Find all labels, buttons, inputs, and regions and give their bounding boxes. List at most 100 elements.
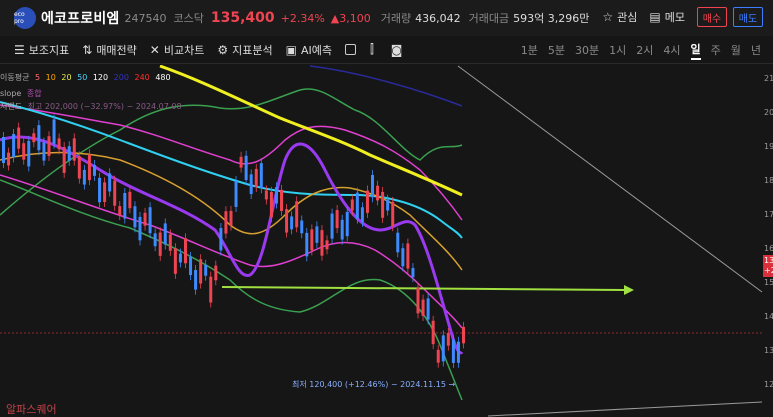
candlestick-icon: ⫿: [369, 42, 374, 56]
candle-body: [224, 211, 228, 234]
memo-button[interactable]: ▤ 메모: [649, 9, 685, 25]
candle-body: [57, 138, 61, 150]
buy-button[interactable]: 매수: [697, 7, 727, 27]
band-purple-line: [0, 135, 464, 355]
candle-body: [67, 146, 71, 161]
candle-body: [17, 127, 21, 149]
legend-ma-240: 240: [134, 73, 150, 82]
candle-body: [118, 206, 122, 216]
tab-30min[interactable]: 30분: [575, 42, 599, 58]
candle-body: [168, 234, 172, 251]
price-chart[interactable]: [0, 65, 773, 417]
candle-body: [62, 147, 66, 173]
candle-body: [350, 199, 354, 211]
legend-band: 저밴드 최고 202,000 (−32.97%) − 2024.07.08: [0, 101, 185, 112]
market-label: 코스닥: [173, 12, 204, 25]
star-icon: ☆: [602, 10, 614, 24]
amount-value: 593억 3,296만: [513, 12, 590, 25]
candle-body: [12, 133, 16, 158]
candle-body: [194, 269, 198, 290]
candle-body: [7, 152, 11, 166]
candle-body: [138, 216, 142, 241]
candle-body: [143, 212, 147, 226]
checkbox-icon[interactable]: [344, 44, 356, 55]
watch-button[interactable]: ☆ 관심: [602, 9, 637, 25]
ma-yellow-line: [159, 65, 463, 197]
analysis-icon: ⚙: [217, 42, 229, 57]
tab-5min[interactable]: 5분: [548, 42, 565, 58]
candle-body: [264, 190, 268, 200]
tab-week[interactable]: 주: [711, 42, 721, 58]
strategy-label: 매매전략: [96, 43, 137, 57]
candle-body: [416, 287, 420, 314]
strategy-button[interactable]: ⇅ 매매전략: [82, 42, 137, 58]
candle-body: [426, 298, 430, 320]
legend-slope-value: 종합: [26, 89, 42, 98]
tab-year[interactable]: 년: [751, 42, 761, 58]
candle-body: [305, 232, 309, 257]
candle-body: [259, 163, 263, 189]
candle-body: [456, 341, 460, 363]
legend-ma-480: 480: [155, 73, 171, 82]
stock-name: 에코프로비엠: [41, 11, 120, 27]
compare-icon: ✕: [149, 42, 160, 57]
candle-body: [234, 181, 238, 207]
candle-body: [87, 154, 91, 181]
candle-type-button[interactable]: ⫿: [370, 42, 378, 57]
candle-body: [355, 192, 359, 219]
axis-label: 20: [764, 108, 773, 117]
candle-body: [77, 156, 81, 179]
legend-ma-120: 120: [92, 73, 109, 82]
candle-body: [204, 264, 208, 276]
candle-body: [254, 168, 258, 188]
legend-slope-label: slope: [0, 89, 22, 98]
candle-body: [411, 268, 415, 278]
legend-ma-10: 10: [45, 73, 56, 82]
legend-band-value: 최고 202,000 (−32.97%) − 2024.07.08: [27, 102, 182, 111]
candle-body: [27, 140, 31, 167]
compare-button[interactable]: ✕ 비교차트: [150, 42, 205, 58]
candle-body: [401, 248, 405, 267]
analysis-label: 지표분석: [232, 43, 273, 57]
candle-body: [441, 335, 445, 362]
tab-day[interactable]: 일: [690, 41, 701, 60]
candle-body: [406, 243, 410, 269]
tab-1hour[interactable]: 1시: [609, 42, 626, 58]
candle-body: [158, 232, 162, 256]
candle-body: [391, 201, 395, 227]
axis-label: 12: [764, 380, 773, 389]
candle-body: [360, 207, 364, 222]
tab-1min[interactable]: 1분: [521, 42, 538, 58]
candle-body: [451, 339, 455, 363]
candle-body: [300, 220, 304, 234]
analysis-button[interactable]: ⚙ 지표분석: [217, 42, 272, 58]
sell-button[interactable]: 매도: [733, 7, 763, 27]
candle-body: [103, 182, 107, 203]
candle-body: [396, 232, 400, 253]
candle-body: [274, 187, 278, 204]
candle-body: [386, 199, 390, 211]
candle-body: [436, 349, 440, 363]
candle-body: [462, 326, 465, 344]
candle-body: [209, 276, 213, 303]
screenshot-button[interactable]: ◙: [391, 43, 407, 57]
current-change-tag-label: +2: [764, 266, 773, 275]
candle-body: [47, 136, 51, 156]
change-amount: ▲3,100: [330, 11, 371, 25]
legend-ma-50: 50: [77, 73, 88, 82]
tab-2hour[interactable]: 2시: [636, 42, 653, 58]
stock-code: 247540: [124, 11, 167, 25]
candle-body: [315, 226, 319, 243]
tab-month[interactable]: 월: [731, 42, 741, 58]
candle-body: [37, 125, 41, 151]
legend-ma-20: 20: [61, 73, 72, 82]
tab-4hour[interactable]: 4시: [663, 42, 680, 58]
indicator-button[interactable]: ☰ 보조지표: [14, 42, 69, 58]
volume-label: 거래량: [380, 12, 412, 25]
candle-body: [239, 156, 243, 168]
ai-predict-button[interactable]: ▣ AI예측: [286, 42, 332, 58]
candle-body: [371, 174, 375, 198]
candle-body: [72, 138, 76, 161]
candle-body: [295, 201, 299, 228]
legend-ma-5: 5: [35, 73, 41, 82]
